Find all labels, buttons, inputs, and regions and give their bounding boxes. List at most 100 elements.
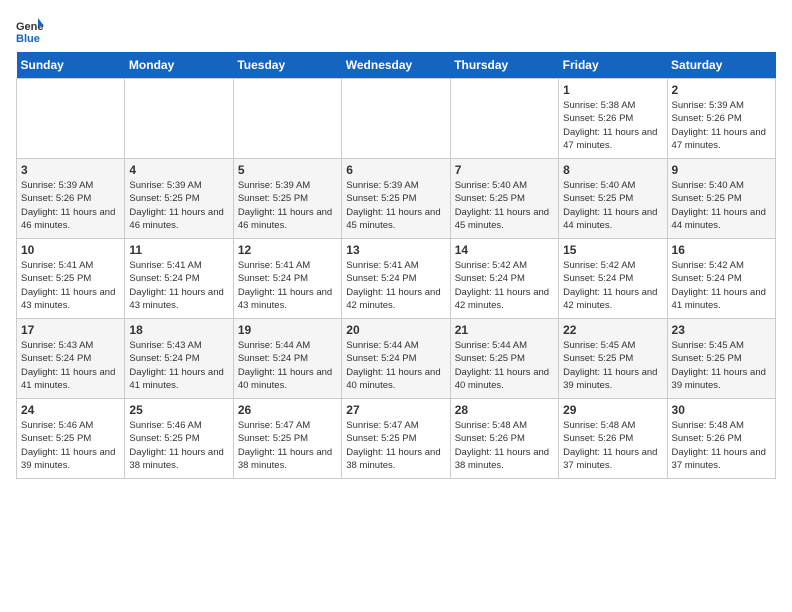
weekday-saturday: Saturday <box>667 52 775 79</box>
day-info: Sunrise: 5:42 AM Sunset: 5:24 PM Dayligh… <box>563 259 662 312</box>
day-info: Sunrise: 5:41 AM Sunset: 5:24 PM Dayligh… <box>238 259 337 312</box>
day-info: Sunrise: 5:47 AM Sunset: 5:25 PM Dayligh… <box>238 419 337 472</box>
calendar-cell: 20Sunrise: 5:44 AM Sunset: 5:24 PM Dayli… <box>342 319 450 399</box>
day-number: 12 <box>238 243 337 257</box>
day-info: Sunrise: 5:42 AM Sunset: 5:24 PM Dayligh… <box>672 259 771 312</box>
logo: General Blue <box>16 16 48 44</box>
day-number: 4 <box>129 163 228 177</box>
weekday-tuesday: Tuesday <box>233 52 341 79</box>
calendar-cell: 1 Sunrise: 5:38 AM Sunset: 5:26 PM Daylig… <box>559 79 667 159</box>
calendar-cell <box>233 79 341 159</box>
day-number: 11 <box>129 243 228 257</box>
calendar-cell: 18 Sunrise: 5:43 AM Sunset: 5:24 PM Dayli… <box>125 319 233 399</box>
day-info: Sunrise: 5:39 AM Sunset: 5:25 PM Dayligh… <box>346 179 445 232</box>
day-number: 29 <box>563 403 662 417</box>
day-info: Sunrise: 5:41 AM Sunset: 5:25 PM Dayligh… <box>21 259 120 312</box>
week-row-1: 3 Sunrise: 5:39 AM Sunset: 5:26 PM Daylig… <box>17 159 776 239</box>
day-number: 24 <box>21 403 120 417</box>
day-number: 5 <box>238 163 337 177</box>
calendar-cell: 4 Sunrise: 5:39 AM Sunset: 5:25 PM Daylig… <box>125 159 233 239</box>
calendar-cell: 17 Sunrise: 5:43 AM Sunset: 5:24 PM Dayli… <box>17 319 125 399</box>
calendar-cell: 14 Sunrise: 5:42 AM Sunset: 5:24 PM Dayli… <box>450 239 558 319</box>
weekday-header-row: SundayMondayTuesdayWednesdayThursdayFrid… <box>17 52 776 79</box>
calendar-cell: 6Sunrise: 5:39 AM Sunset: 5:25 PM Daylig… <box>342 159 450 239</box>
day-number: 16 <box>672 243 771 257</box>
weekday-friday: Friday <box>559 52 667 79</box>
day-number: 17 <box>21 323 120 337</box>
calendar-cell: 12 Sunrise: 5:41 AM Sunset: 5:24 PM Dayli… <box>233 239 341 319</box>
calendar-cell <box>342 79 450 159</box>
calendar-cell: 23 Sunrise: 5:45 AM Sunset: 5:25 PM Dayli… <box>667 319 775 399</box>
week-row-0: 1 Sunrise: 5:38 AM Sunset: 5:26 PM Daylig… <box>17 79 776 159</box>
week-row-2: 10 Sunrise: 5:41 AM Sunset: 5:25 PM Dayli… <box>17 239 776 319</box>
day-info: Sunrise: 5:39 AM Sunset: 5:25 PM Dayligh… <box>238 179 337 232</box>
calendar-cell: 7 Sunrise: 5:40 AM Sunset: 5:25 PM Daylig… <box>450 159 558 239</box>
day-info: Sunrise: 5:39 AM Sunset: 5:26 PM Dayligh… <box>672 99 771 152</box>
calendar-cell: 19Sunrise: 5:44 AM Sunset: 5:24 PM Dayli… <box>233 319 341 399</box>
day-number: 7 <box>455 163 554 177</box>
calendar-cell <box>125 79 233 159</box>
day-info: Sunrise: 5:43 AM Sunset: 5:24 PM Dayligh… <box>129 339 228 392</box>
page-header: General Blue <box>16 16 776 44</box>
day-info: Sunrise: 5:44 AM Sunset: 5:25 PM Dayligh… <box>455 339 554 392</box>
day-info: Sunrise: 5:44 AM Sunset: 5:24 PM Dayligh… <box>238 339 337 392</box>
day-number: 14 <box>455 243 554 257</box>
day-number: 10 <box>21 243 120 257</box>
calendar-cell: 24 Sunrise: 5:46 AM Sunset: 5:25 PM Dayli… <box>17 399 125 479</box>
svg-text:Blue: Blue <box>16 33 40 44</box>
day-number: 13 <box>346 243 445 257</box>
calendar-cell: 11 Sunrise: 5:41 AM Sunset: 5:24 PM Dayli… <box>125 239 233 319</box>
calendar-cell: 29 Sunrise: 5:48 AM Sunset: 5:26 PM Dayli… <box>559 399 667 479</box>
day-info: Sunrise: 5:48 AM Sunset: 5:26 PM Dayligh… <box>563 419 662 472</box>
logo-icon: General Blue <box>16 16 44 44</box>
day-info: Sunrise: 5:48 AM Sunset: 5:26 PM Dayligh… <box>455 419 554 472</box>
calendar-cell: 2 Sunrise: 5:39 AM Sunset: 5:26 PM Daylig… <box>667 79 775 159</box>
calendar-cell: 8 Sunrise: 5:40 AM Sunset: 5:25 PM Daylig… <box>559 159 667 239</box>
day-info: Sunrise: 5:40 AM Sunset: 5:25 PM Dayligh… <box>672 179 771 232</box>
day-number: 15 <box>563 243 662 257</box>
calendar-cell: 16 Sunrise: 5:42 AM Sunset: 5:24 PM Dayli… <box>667 239 775 319</box>
weekday-thursday: Thursday <box>450 52 558 79</box>
day-info: Sunrise: 5:39 AM Sunset: 5:26 PM Dayligh… <box>21 179 120 232</box>
day-info: Sunrise: 5:39 AM Sunset: 5:25 PM Dayligh… <box>129 179 228 232</box>
day-number: 27 <box>346 403 445 417</box>
calendar-cell <box>450 79 558 159</box>
day-number: 9 <box>672 163 771 177</box>
day-number: 25 <box>129 403 228 417</box>
day-info: Sunrise: 5:41 AM Sunset: 5:24 PM Dayligh… <box>346 259 445 312</box>
calendar-cell: 3 Sunrise: 5:39 AM Sunset: 5:26 PM Daylig… <box>17 159 125 239</box>
calendar-cell: 21 Sunrise: 5:44 AM Sunset: 5:25 PM Dayli… <box>450 319 558 399</box>
calendar-cell: 25 Sunrise: 5:46 AM Sunset: 5:25 PM Dayli… <box>125 399 233 479</box>
day-number: 23 <box>672 323 771 337</box>
day-info: Sunrise: 5:45 AM Sunset: 5:25 PM Dayligh… <box>672 339 771 392</box>
calendar-cell: 22Sunrise: 5:45 AM Sunset: 5:25 PM Dayli… <box>559 319 667 399</box>
day-number: 20 <box>346 323 445 337</box>
day-number: 18 <box>129 323 228 337</box>
calendar-body: 1 Sunrise: 5:38 AM Sunset: 5:26 PM Daylig… <box>17 79 776 479</box>
day-info: Sunrise: 5:48 AM Sunset: 5:26 PM Dayligh… <box>672 419 771 472</box>
calendar-cell: 9 Sunrise: 5:40 AM Sunset: 5:25 PM Daylig… <box>667 159 775 239</box>
calendar-cell <box>17 79 125 159</box>
day-number: 8 <box>563 163 662 177</box>
calendar-cell: 15 Sunrise: 5:42 AM Sunset: 5:24 PM Dayli… <box>559 239 667 319</box>
day-info: Sunrise: 5:38 AM Sunset: 5:26 PM Dayligh… <box>563 99 662 152</box>
day-info: Sunrise: 5:43 AM Sunset: 5:24 PM Dayligh… <box>21 339 120 392</box>
day-info: Sunrise: 5:47 AM Sunset: 5:25 PM Dayligh… <box>346 419 445 472</box>
calendar-cell: 28Sunrise: 5:48 AM Sunset: 5:26 PM Dayli… <box>450 399 558 479</box>
day-number: 26 <box>238 403 337 417</box>
weekday-wednesday: Wednesday <box>342 52 450 79</box>
day-info: Sunrise: 5:46 AM Sunset: 5:25 PM Dayligh… <box>129 419 228 472</box>
day-info: Sunrise: 5:42 AM Sunset: 5:24 PM Dayligh… <box>455 259 554 312</box>
day-info: Sunrise: 5:46 AM Sunset: 5:25 PM Dayligh… <box>21 419 120 472</box>
day-number: 21 <box>455 323 554 337</box>
calendar-cell: 10 Sunrise: 5:41 AM Sunset: 5:25 PM Dayli… <box>17 239 125 319</box>
day-number: 3 <box>21 163 120 177</box>
day-info: Sunrise: 5:40 AM Sunset: 5:25 PM Dayligh… <box>455 179 554 232</box>
day-number: 22 <box>563 323 662 337</box>
calendar-cell: 26 Sunrise: 5:47 AM Sunset: 5:25 PM Dayli… <box>233 399 341 479</box>
calendar-cell: 27 Sunrise: 5:47 AM Sunset: 5:25 PM Dayli… <box>342 399 450 479</box>
day-number: 2 <box>672 83 771 97</box>
day-info: Sunrise: 5:41 AM Sunset: 5:24 PM Dayligh… <box>129 259 228 312</box>
day-number: 1 <box>563 83 662 97</box>
day-info: Sunrise: 5:40 AM Sunset: 5:25 PM Dayligh… <box>563 179 662 232</box>
